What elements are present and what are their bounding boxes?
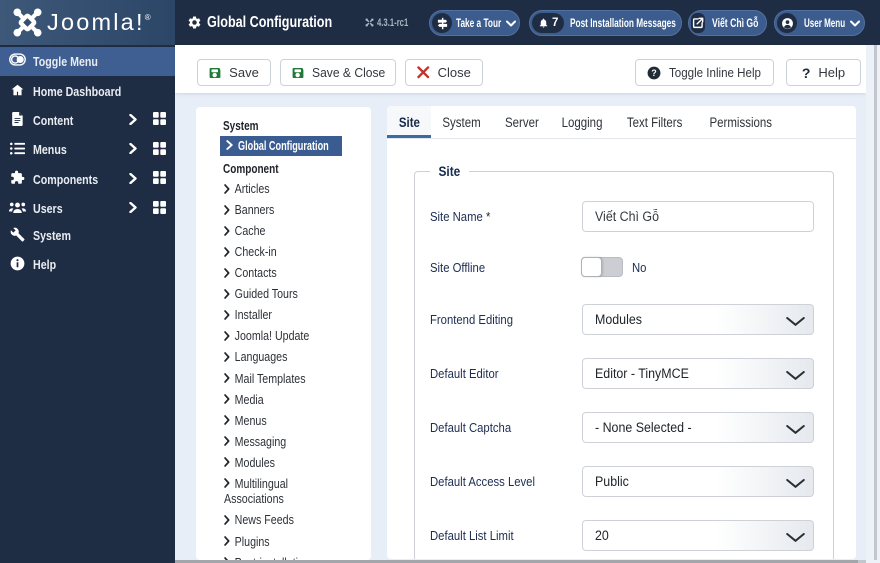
svg-text:?: ? <box>652 67 657 77</box>
